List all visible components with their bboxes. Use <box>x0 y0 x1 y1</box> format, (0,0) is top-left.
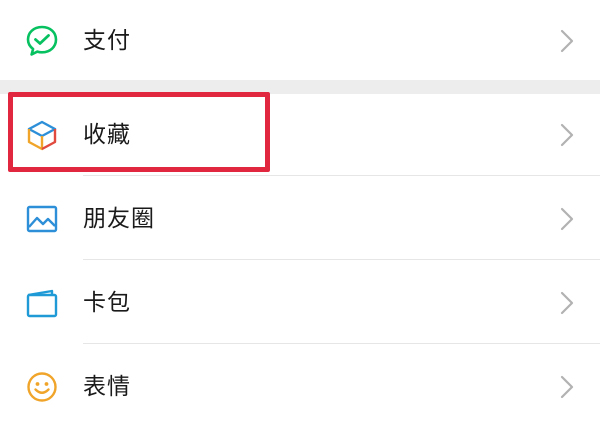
menu-item-label: 卡包 <box>83 290 131 316</box>
chevron-right-icon <box>560 29 574 53</box>
highlight-box <box>8 92 270 172</box>
menu-item-label: 支付 <box>83 28 131 54</box>
menu-item-cards[interactable]: 卡包 <box>0 262 600 344</box>
row-divider <box>83 259 600 260</box>
chevron-right-icon <box>560 291 574 315</box>
wechat-pay-icon <box>24 23 60 59</box>
sticker-smiley-icon <box>24 369 60 405</box>
menu-item-moments[interactable]: 朋友圈 <box>0 178 600 260</box>
chevron-right-icon <box>560 207 574 231</box>
menu-item-stickers[interactable]: 表情 <box>0 346 600 428</box>
row-divider <box>83 175 600 176</box>
moments-picture-icon <box>24 201 60 237</box>
menu-item-pay[interactable]: 支付 <box>0 0 600 82</box>
chevron-right-icon <box>560 123 574 147</box>
menu-item-label: 表情 <box>83 374 131 400</box>
row-divider <box>83 343 600 344</box>
chevron-right-icon <box>560 375 574 399</box>
menu-item-label: 朋友圈 <box>83 206 155 232</box>
card-wallet-icon <box>24 285 60 321</box>
